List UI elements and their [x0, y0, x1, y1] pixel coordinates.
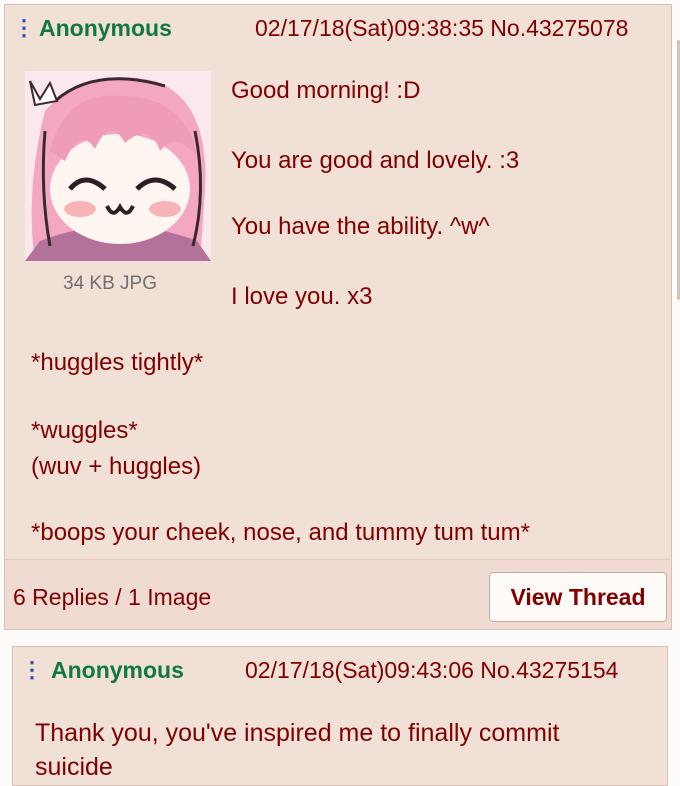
post-text-line: I love you. x3 [231, 283, 373, 310]
post-footer: 6 Replies / 1 Image View Thread [5, 559, 671, 629]
thread-post: ⋮ Anonymous 02/17/18(Sat)09:38:35 No.432… [4, 4, 672, 630]
file-info: 34 KB JPG [63, 273, 157, 294]
reply-count: 6 Replies / 1 Image [13, 584, 212, 610]
reply-post: ⋮ Anonymous 02/17/18(Sat)09:43:06 No.432… [12, 646, 668, 786]
post-text-line: *wuggles* [31, 417, 138, 444]
post-header: ⋮ Anonymous 02/17/18(Sat)09:43:06 No.432… [13, 647, 667, 691]
post-text-line: You have the ability. ^w^ [231, 213, 490, 240]
post-text-line: You are good and lovely. :3 [231, 147, 520, 174]
poster-name: Anonymous [51, 657, 184, 683]
view-thread-button[interactable]: View Thread [489, 572, 667, 622]
post-text-line: *boops your cheek, nose, and tummy tum t… [31, 519, 530, 546]
post-date-number[interactable]: 02/17/18(Sat)09:38:35 No.43275078 [255, 15, 628, 42]
post-text-line: Thank you, you've inspired me to finally… [35, 719, 560, 747]
vertical-dots-icon[interactable]: ⋮ [13, 15, 35, 41]
post-text-line: (wuv + huggles) [31, 453, 202, 480]
post-header: ⋮ Anonymous 02/17/18(Sat)09:38:35 No.432… [5, 5, 671, 49]
poster-name: Anonymous [39, 15, 172, 41]
post-text-line: *huggles tightly* [31, 349, 204, 376]
post-date-number[interactable]: 02/17/18(Sat)09:43:06 No.43275154 [245, 657, 618, 684]
vertical-dots-icon[interactable]: ⋮ [21, 657, 43, 683]
post-text-line: Good morning! :D [231, 77, 421, 104]
anime-girl-thumbnail[interactable] [25, 71, 211, 261]
anime-girl-icon [25, 71, 211, 261]
